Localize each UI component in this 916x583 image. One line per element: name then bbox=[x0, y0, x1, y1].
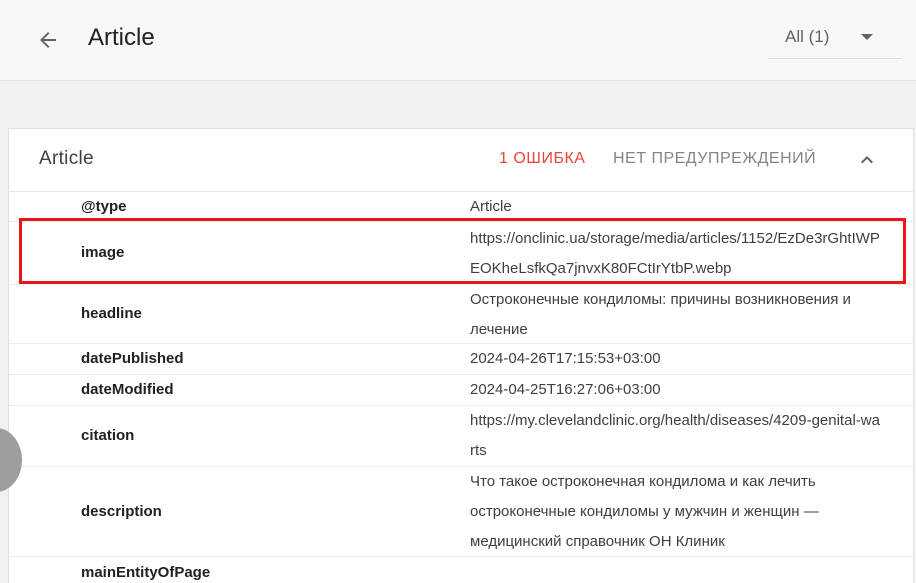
property-value: Остроконечные кондиломы: причины возникн… bbox=[470, 291, 851, 338]
table-row: citation https://my.clevelandclinic.org/… bbox=[9, 406, 913, 467]
property-value: 2024-04-25T16:27:06+03:00 bbox=[470, 381, 661, 398]
property-name: description bbox=[81, 503, 162, 520]
filter-selected-value: All (1) bbox=[785, 27, 830, 46]
warnings-label: НЕТ ПРЕДУПРЕЖДЕНИЙ bbox=[613, 150, 817, 167]
page: Article All (1) Article 1 ОШИБКА НЕТ ПРЕ… bbox=[0, 0, 916, 583]
table-row: dateModified 2024-04-25T16:27:06+03:00 bbox=[9, 375, 913, 406]
table-row: description Что такое остроконечная конд… bbox=[9, 467, 913, 557]
errors-count-label: 1 ОШИБКА bbox=[499, 150, 586, 167]
page-title: Article bbox=[88, 24, 155, 51]
back-button[interactable] bbox=[32, 24, 64, 56]
property-name: dateModified bbox=[81, 381, 174, 398]
property-name: headline bbox=[81, 305, 142, 322]
property-value[interactable]: https://my.clevelandclinic.org/health/di… bbox=[470, 406, 880, 466]
table-row: datePublished 2024-04-26T17:15:53+03:00 bbox=[9, 344, 913, 375]
property-value[interactable]: https://onclinic.ua/storage/media/articl… bbox=[470, 224, 880, 284]
structured-data-card: Article 1 ОШИБКА НЕТ ПРЕДУПРЕЖДЕНИЙ @typ… bbox=[8, 128, 914, 583]
table-row: @type Article bbox=[9, 192, 913, 222]
card-title: Article bbox=[39, 148, 94, 169]
table-row: mainEntityOfPage bbox=[9, 557, 913, 583]
property-name: datePublished bbox=[81, 350, 184, 367]
card-header[interactable]: Article 1 ОШИБКА НЕТ ПРЕДУПРЕЖДЕНИЙ bbox=[9, 129, 913, 192]
chevron-up-icon bbox=[861, 156, 873, 164]
arrow-back-icon bbox=[40, 32, 56, 48]
property-value: 2024-04-26T17:15:53+03:00 bbox=[470, 350, 661, 367]
property-name: @type bbox=[81, 198, 127, 215]
property-name: image bbox=[81, 244, 125, 261]
app-header: Article All (1) bbox=[0, 0, 916, 81]
property-name: mainEntityOfPage bbox=[81, 564, 211, 581]
property-name: citation bbox=[81, 427, 135, 444]
property-value: Что такое остроконечная кондилома и как … bbox=[470, 473, 819, 550]
table-row: headline Остроконечные кондиломы: причин… bbox=[9, 285, 913, 344]
caret-down-icon bbox=[861, 34, 873, 40]
property-value: Article bbox=[470, 198, 512, 215]
table-row: image https://onclinic.ua/storage/media/… bbox=[9, 222, 913, 285]
results-filter-dropdown[interactable]: All (1) bbox=[768, 16, 902, 59]
collapse-button[interactable] bbox=[855, 148, 879, 172]
